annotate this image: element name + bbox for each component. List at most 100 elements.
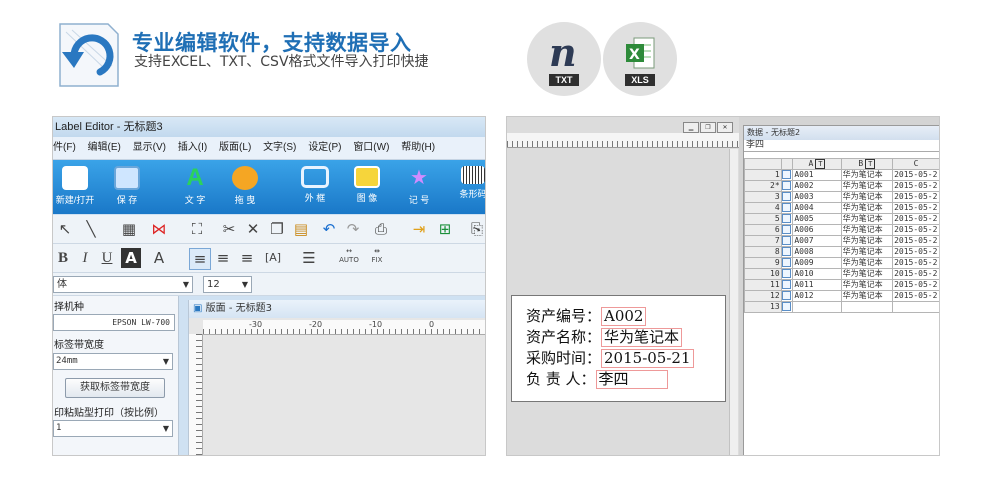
- column-header-b[interactable]: BT: [840, 158, 894, 170]
- ribbon-bow-icon[interactable]: ⋈: [149, 219, 169, 239]
- cell-a[interactable]: A007: [792, 235, 842, 247]
- row-checkbox[interactable]: [780, 290, 794, 302]
- printer-model-field[interactable]: EPSON LW-700: [53, 314, 175, 331]
- cell-c[interactable]: 2015-05-2: [892, 213, 939, 225]
- bold-button[interactable]: B: [53, 248, 73, 268]
- cell-a[interactable]: A009: [792, 257, 842, 269]
- table-row[interactable]: 9 A009 华为笔记本 2015-05-2: [744, 257, 939, 269]
- copy-icon[interactable]: ❐: [267, 219, 287, 239]
- underline-button[interactable]: U: [97, 248, 117, 268]
- cell-a[interactable]: A012: [792, 290, 842, 302]
- row-checkbox[interactable]: [780, 224, 794, 236]
- cell-b[interactable]: 华为笔记本: [840, 169, 894, 181]
- cell-a[interactable]: A008: [792, 246, 842, 258]
- align-center-icon[interactable]: ≡: [213, 248, 233, 268]
- table-row[interactable]: 11 A011 华为笔记本 2015-05-2: [744, 279, 939, 291]
- get-tape-width-button[interactable]: 获取标签带宽度: [65, 378, 165, 398]
- cell-a[interactable]: A006: [792, 224, 842, 236]
- redo-icon[interactable]: ↷: [343, 219, 363, 239]
- symbol-tool-button[interactable]: ★ 记 号: [397, 164, 441, 210]
- cut-icon[interactable]: ✂: [219, 219, 239, 239]
- minimize-icon[interactable]: ▁: [683, 122, 699, 133]
- row-checkbox[interactable]: [780, 246, 794, 258]
- cell-b[interactable]: 华为笔记本: [840, 224, 894, 236]
- cell-b[interactable]: 华为笔记本: [840, 180, 894, 192]
- fit-frame-icon[interactable]: ⛶: [187, 219, 207, 239]
- menu-insert[interactable]: 插入(I): [178, 137, 207, 159]
- column-header-c[interactable]: C: [892, 158, 939, 170]
- layout-tab[interactable]: ▣ 版面 - 无标题3: [189, 300, 485, 318]
- menu-settings[interactable]: 设定(P): [308, 137, 341, 159]
- cell-c[interactable]: 2015-05-2: [892, 246, 939, 258]
- cell-c[interactable]: 2015-05-2: [892, 235, 939, 247]
- cell-edit-field[interactable]: 李四: [744, 140, 939, 152]
- auto-fit-icon[interactable]: ↔ AUTO: [337, 247, 361, 267]
- cell-a[interactable]: A004: [792, 202, 842, 214]
- row-checkbox[interactable]: [780, 169, 794, 181]
- table-row[interactable]: 13: [744, 301, 939, 313]
- row-checkbox[interactable]: [780, 279, 794, 291]
- table-row[interactable]: 8 A008 华为笔记本 2015-05-2: [744, 246, 939, 258]
- cell-c[interactable]: 2015-05-2: [892, 257, 939, 269]
- table-row[interactable]: 6 A006 华为笔记本 2015-05-2: [744, 224, 939, 236]
- table-row[interactable]: 3 A003 华为笔记本 2015-05-2: [744, 191, 939, 203]
- font-size-select[interactable]: 12 ▼: [203, 276, 252, 293]
- restore-icon[interactable]: ❐: [700, 122, 716, 133]
- font-color-button[interactable]: A: [149, 248, 169, 268]
- table-row[interactable]: 7 A007 华为笔记本 2015-05-2: [744, 235, 939, 247]
- cell-c[interactable]: [892, 301, 939, 313]
- menu-help[interactable]: 帮助(H): [401, 137, 435, 159]
- vertical-scrollbar[interactable]: [729, 149, 738, 455]
- barcode-tool-button[interactable]: 条形码: [451, 164, 485, 210]
- row-checkbox[interactable]: [780, 268, 794, 280]
- row-checkbox[interactable]: [780, 257, 794, 269]
- table-row[interactable]: 4 A004 华为笔记本 2015-05-2: [744, 202, 939, 214]
- font-name-select[interactable]: 体 ▼: [53, 276, 193, 293]
- cell-a[interactable]: A011: [792, 279, 842, 291]
- cell-b[interactable]: 华为笔记本: [840, 290, 894, 302]
- cell-b[interactable]: 华为笔记本: [840, 268, 894, 280]
- menu-file[interactable]: 件(F): [53, 137, 76, 159]
- cell-b[interactable]: 华为笔记本: [840, 202, 894, 214]
- menu-text[interactable]: 文字(S): [263, 137, 296, 159]
- table-row[interactable]: 12 A012 华为笔记本 2015-05-2: [744, 290, 939, 302]
- cell-b[interactable]: [840, 301, 894, 313]
- save-button[interactable]: 保 存: [105, 164, 149, 210]
- cell-c[interactable]: 2015-05-2: [892, 180, 939, 192]
- cell-c[interactable]: 2015-05-2: [892, 169, 939, 181]
- row-checkbox[interactable]: [780, 180, 794, 192]
- cell-a[interactable]: A010: [792, 268, 842, 280]
- cell-c[interactable]: 2015-05-2: [892, 224, 939, 236]
- cell-b[interactable]: 华为笔记本: [840, 235, 894, 247]
- inverse-text-icon[interactable]: A: [121, 248, 141, 268]
- cell-a[interactable]: A005: [792, 213, 842, 225]
- cell-c[interactable]: 2015-05-2: [892, 268, 939, 280]
- table-row[interactable]: 2* A002 华为笔记本 2015-05-2: [744, 180, 939, 192]
- row-checkbox[interactable]: [780, 213, 794, 225]
- text-tool-button[interactable]: A 文 字: [173, 164, 217, 210]
- cell-b[interactable]: 华为笔记本: [840, 279, 894, 291]
- new-open-button[interactable]: 新建/打开: [53, 164, 97, 210]
- cell-a[interactable]: A003: [792, 191, 842, 203]
- row-checkbox[interactable]: [780, 301, 794, 313]
- print-icon[interactable]: ⎘: [467, 219, 485, 239]
- menu-view[interactable]: 显示(V): [133, 137, 166, 159]
- cell-a[interactable]: A002: [792, 180, 842, 192]
- table-row[interactable]: 10 A010 华为笔记本 2015-05-2: [744, 268, 939, 280]
- table-row[interactable]: 1 A001 华为笔记本 2015-05-2: [744, 169, 939, 181]
- drag-tool-button[interactable]: 拖 曳: [223, 164, 267, 210]
- cell-c[interactable]: 2015-05-2: [892, 290, 939, 302]
- import-data-icon[interactable]: ⇥: [409, 219, 429, 239]
- cell-a[interactable]: A001: [792, 169, 842, 181]
- frame-tool-button[interactable]: 外 框: [293, 164, 337, 210]
- column-header-a[interactable]: AT: [792, 158, 842, 170]
- align-left-icon[interactable]: ≡: [189, 248, 211, 270]
- table-icon[interactable]: ▦: [119, 219, 139, 239]
- database-icon[interactable]: ⊞: [435, 219, 455, 239]
- italic-button[interactable]: I: [75, 248, 95, 268]
- close-icon[interactable]: ✕: [717, 122, 733, 133]
- cell-a[interactable]: [792, 301, 842, 313]
- image-tool-button[interactable]: 图 像: [345, 164, 389, 210]
- row-checkbox[interactable]: [780, 202, 794, 214]
- cell-c[interactable]: 2015-05-2: [892, 191, 939, 203]
